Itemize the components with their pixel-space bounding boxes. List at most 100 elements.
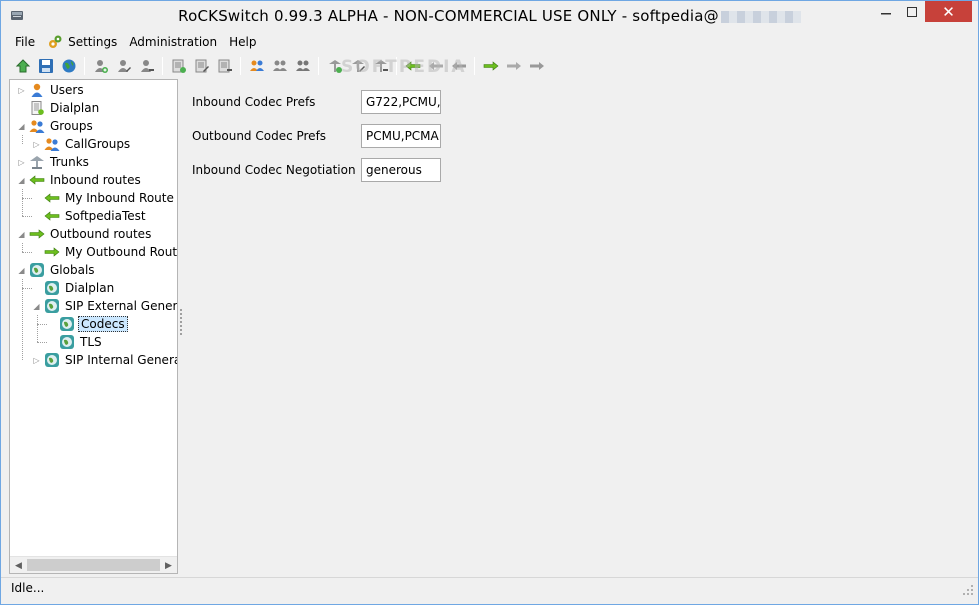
inbound-codec-negotiation-input[interactable]: generous (361, 158, 441, 182)
add-user-button[interactable] (89, 55, 112, 77)
expand-arrow-icon[interactable]: ▷ (32, 140, 41, 149)
edit-user-button[interactable] (112, 55, 135, 77)
tree-item[interactable]: ◢ Inbound routes (17, 171, 143, 189)
close-button[interactable]: ✕ (925, 1, 972, 22)
scroll-right-arrow-icon[interactable]: ▶ (160, 557, 177, 573)
splitter-grip[interactable] (180, 309, 183, 339)
status-bar: Idle... (1, 577, 978, 598)
remove-outbound-icon (529, 62, 544, 70)
globe-icon (44, 280, 60, 296)
menu-bar: File Settings Administration Help (1, 31, 978, 52)
settings-icon (49, 35, 62, 48)
tree-item-label: TLS (80, 335, 102, 349)
tree-item[interactable]: ◢ Globals (17, 261, 97, 279)
tree-connector (22, 189, 23, 216)
add-dialplan-icon (172, 59, 186, 73)
edit-trunk-button[interactable] (346, 55, 369, 77)
tree-item[interactable]: ◢ Outbound routes (17, 225, 153, 243)
save-button[interactable] (34, 55, 57, 77)
tree-item[interactable]: TLS (47, 333, 104, 351)
tree-item[interactable]: ▷ Users (17, 81, 86, 99)
menu-help[interactable]: Help (223, 32, 262, 52)
redacted-email (720, 10, 801, 23)
scroll-left-arrow-icon[interactable]: ◀ (10, 557, 27, 573)
maximize-button[interactable] (899, 1, 925, 22)
edit-outbound-button[interactable] (502, 55, 525, 77)
remove-inbound-icon (451, 62, 466, 70)
collapse-arrow-icon[interactable]: ◢ (17, 266, 26, 275)
connect-icon (15, 59, 30, 73)
toolbar (1, 54, 978, 78)
tree-item[interactable]: Codecs (47, 315, 128, 333)
edit-dialplan-button[interactable] (190, 55, 213, 77)
expand-arrow-icon[interactable]: ▷ (17, 158, 26, 167)
remove-group-icon (295, 60, 310, 71)
tree-item[interactable]: Dialplan (17, 99, 101, 117)
tree-item[interactable]: My Outbound Route (32, 243, 177, 261)
minimize-button[interactable] (873, 1, 899, 22)
add-trunk-button[interactable] (323, 55, 346, 77)
tree-item-label: Dialplan (65, 281, 115, 295)
collapse-arrow-icon[interactable]: ◢ (17, 230, 26, 239)
globe-icon (59, 316, 75, 332)
outbound-codec-prefs-row: Outbound Codec Prefs PCMU,PCMA (192, 124, 441, 148)
tree-item[interactable]: ▷ SIP Internal General (32, 351, 177, 369)
tree-items: ▷ Users Dialplan ◢ Groups ▷ CallGroups ▷ Trunks ◢… (10, 80, 177, 556)
tree-connector (22, 216, 32, 217)
menu-file-label: File (15, 34, 36, 49)
outbound-codec-prefs-input[interactable]: PCMU,PCMA (361, 124, 441, 148)
scrollbar-thumb[interactable] (27, 559, 160, 571)
remove-dialplan-icon (218, 59, 232, 73)
inbound-codec-prefs-input[interactable]: G722,PCMU,P (361, 90, 441, 114)
add-group-button[interactable] (245, 55, 268, 77)
tree-item[interactable]: My Inbound Route (32, 189, 176, 207)
connect-button[interactable] (11, 55, 34, 77)
tree-item-label: Dialplan (50, 101, 100, 115)
tree-connector (22, 252, 32, 253)
edit-inbound-button[interactable] (424, 55, 447, 77)
close-icon: ✕ (942, 2, 955, 21)
globe-button[interactable] (57, 55, 80, 77)
horizontal-scrollbar[interactable]: ◀ ▶ (10, 556, 177, 573)
tree-item-label: CallGroups (65, 137, 131, 151)
tree-item[interactable]: ▷ CallGroups (32, 135, 132, 153)
remove-outbound-button[interactable] (525, 55, 548, 77)
menu-administration[interactable]: Administration (123, 32, 223, 52)
menu-file[interactable]: File (9, 32, 41, 52)
tree-connector (22, 198, 32, 199)
edit-group-button[interactable] (268, 55, 291, 77)
tree-item[interactable]: ◢ SIP External General (32, 297, 178, 315)
collapse-arrow-icon[interactable]: ◢ (17, 122, 26, 131)
tree-item[interactable]: SoftpediaTest (32, 207, 148, 225)
toolbar-separator (474, 57, 475, 75)
navigation-tree[interactable]: ▷ Users Dialplan ◢ Groups ▷ CallGroups ▷ Trunks ◢… (9, 79, 178, 574)
remove-dialplan-button[interactable] (213, 55, 236, 77)
remove-user-button[interactable] (135, 55, 158, 77)
tree-item-label: SIP External General (65, 299, 178, 313)
add-outbound-button[interactable] (479, 55, 502, 77)
tree-item[interactable]: Dialplan (32, 279, 116, 297)
edit-inbound-icon (428, 62, 443, 70)
dialplan-icon (29, 100, 45, 116)
add-dialplan-button[interactable] (167, 55, 190, 77)
title-bar[interactable]: RoCKSwitch 0.99.3 ALPHA - NON-COMMERCIAL… (1, 1, 978, 31)
collapse-arrow-icon[interactable]: ◢ (32, 302, 41, 311)
add-inbound-button[interactable] (401, 55, 424, 77)
tree-item[interactable]: ◢ Groups (17, 117, 95, 135)
expand-arrow-icon[interactable]: ▷ (32, 356, 41, 365)
remove-trunk-icon (374, 60, 388, 72)
expand-arrow-icon[interactable]: ▷ (17, 86, 26, 95)
outbound-arrow-icon (29, 226, 45, 242)
collapse-arrow-icon[interactable]: ◢ (17, 176, 26, 185)
remove-group-button[interactable] (291, 55, 314, 77)
resize-grip-icon[interactable] (962, 584, 974, 596)
menu-settings[interactable]: Settings (41, 32, 123, 52)
remove-trunk-button[interactable] (369, 55, 392, 77)
inbound-arrow-icon (44, 208, 60, 224)
status-text: Idle... (11, 581, 45, 595)
tree-item-label: Users (50, 83, 84, 97)
tree-connector (37, 324, 47, 325)
tree-connector (22, 279, 23, 360)
remove-inbound-button[interactable] (447, 55, 470, 77)
tree-item[interactable]: ▷ Trunks (17, 153, 91, 171)
